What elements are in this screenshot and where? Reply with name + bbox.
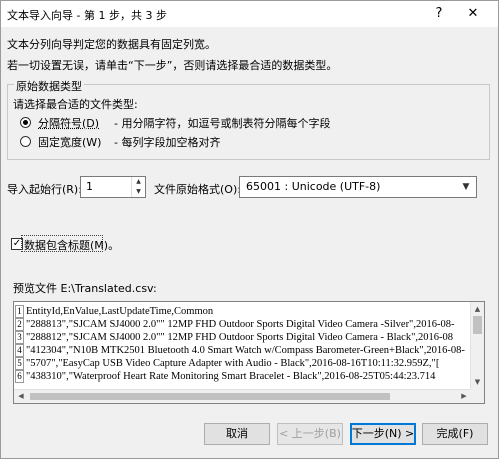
- spinner-arrows: ▲ ▼: [131, 177, 145, 197]
- import-start-row-label: 导入起始行(R):: [7, 183, 82, 196]
- row-number: 3: [15, 331, 24, 344]
- spin-down-icon[interactable]: ▼: [132, 187, 145, 197]
- vertical-scrollbar[interactable]: ▲ ▼: [470, 302, 484, 389]
- radio-selected-dot: [23, 120, 28, 125]
- next-button[interactable]: 下一步(N) >: [350, 423, 416, 445]
- horizontal-scroll-thumb[interactable]: [30, 393, 390, 400]
- row-text: "5707","EasyCap USB Video Capture Adapte…: [26, 358, 440, 369]
- intro-line-2: 若一切设置无误，请单击“下一步”，否则请选择最合适的数据类型。: [7, 59, 338, 72]
- scroll-up-icon[interactable]: ▲: [471, 302, 484, 316]
- scroll-right-icon[interactable]: ▶: [457, 390, 471, 403]
- close-icon[interactable]: ✕: [461, 4, 485, 24]
- radio-delimited-description: - 用分隔字符，如逗号或制表符分隔每个字段: [114, 117, 331, 130]
- preview-row: 1 EntityId,EnValue,LastUpdateTime,Common: [14, 305, 474, 318]
- preview-pane[interactable]: 1 EntityId,EnValue,LastUpdateTime,Common…: [13, 301, 485, 404]
- text-import-wizard-dialog: 文本导入向导 - 第 1 步，共 3 步 ? ✕ 文本分列向导判定您的数据具有固…: [0, 0, 499, 459]
- finish-button[interactable]: 完成(F): [422, 423, 488, 445]
- radio-delimited[interactable]: [20, 117, 31, 128]
- help-icon[interactable]: ?: [429, 4, 449, 24]
- row-number: 5: [15, 357, 24, 370]
- preview-row: 5 "5707","EasyCap USB Video Capture Adap…: [14, 357, 474, 370]
- window-title: 文本导入向导 - 第 1 步，共 3 步: [7, 9, 167, 22]
- radio-delimited-label[interactable]: 分隔符号(D): [38, 115, 99, 131]
- preview-row: 6 "438310","Waterproof Heart Rate Monito…: [14, 370, 474, 383]
- group-title: 原始数据类型: [14, 78, 84, 94]
- file-origin-select[interactable]: 65001 : Unicode (UTF-8) ▼: [239, 176, 477, 198]
- import-start-row-value[interactable]: 1: [86, 180, 93, 193]
- radio-fixed-width-description: - 每列字段加空格对齐: [114, 136, 221, 149]
- row-number: 4: [15, 344, 24, 357]
- vertical-scroll-thumb[interactable]: [473, 316, 482, 334]
- preview-row: 2 "288813","SJCAM SJ4000 2.0"" 12MP FHD …: [14, 318, 474, 331]
- row-number: 2: [15, 318, 24, 331]
- file-origin-label: 文件原始格式(O):: [154, 183, 241, 196]
- scroll-left-icon[interactable]: ◀: [14, 390, 28, 403]
- row-number: 1: [15, 305, 24, 318]
- back-button[interactable]: < 上一步(B): [277, 423, 343, 445]
- horizontal-scrollbar[interactable]: ◀ ▶: [14, 389, 471, 403]
- file-type-prompt: 请选择最合适的文件类型:: [13, 98, 138, 111]
- header-row-checkbox-label[interactable]: 数据包含标题(M)。: [24, 237, 119, 253]
- intro-line-1: 文本分列向导判定您的数据具有固定列宽。: [7, 38, 216, 51]
- scroll-down-icon[interactable]: ▼: [471, 375, 484, 389]
- preview-label: 预览文件 E:\Translated.csv:: [13, 282, 157, 295]
- file-origin-value: 65001 : Unicode (UTF-8): [246, 180, 381, 193]
- scrollbar-corner: [470, 389, 484, 403]
- original-data-type-group: 原始数据类型 请选择最合适的文件类型: 分隔符号(D) - 用分隔字符，如逗号或…: [7, 78, 490, 160]
- spin-up-icon[interactable]: ▲: [132, 177, 145, 187]
- import-start-row-spinner[interactable]: 1 ▲ ▼: [80, 176, 146, 198]
- row-number: 6: [15, 370, 24, 383]
- preview-row: 4 "412304","N10B MTK2501 Bluetooth 4.0 S…: [14, 344, 474, 357]
- cancel-button[interactable]: 取消: [204, 423, 270, 445]
- radio-fixed-width[interactable]: [20, 136, 31, 147]
- row-text: EntityId,EnValue,LastUpdateTime,Common: [26, 306, 214, 317]
- title-bar: 文本导入向导 - 第 1 步，共 3 步 ? ✕: [1, 1, 498, 27]
- row-text: "412304","N10B MTK2501 Bluetooth 4.0 Sma…: [26, 345, 465, 356]
- row-text: "438310","Waterproof Heart Rate Monitori…: [26, 371, 436, 382]
- row-text: "288813","SJCAM SJ4000 2.0"" 12MP FHD Ou…: [26, 319, 455, 330]
- preview-row: 3 "288812","SJCAM SJ4000 2.0"" 12MP FHD …: [14, 331, 474, 344]
- row-text: "288812","SJCAM SJ4000 2.0"" 12MP FHD Ou…: [26, 332, 454, 343]
- chevron-down-icon[interactable]: ▼: [458, 178, 474, 196]
- radio-fixed-width-label[interactable]: 固定宽度(W): [38, 134, 101, 150]
